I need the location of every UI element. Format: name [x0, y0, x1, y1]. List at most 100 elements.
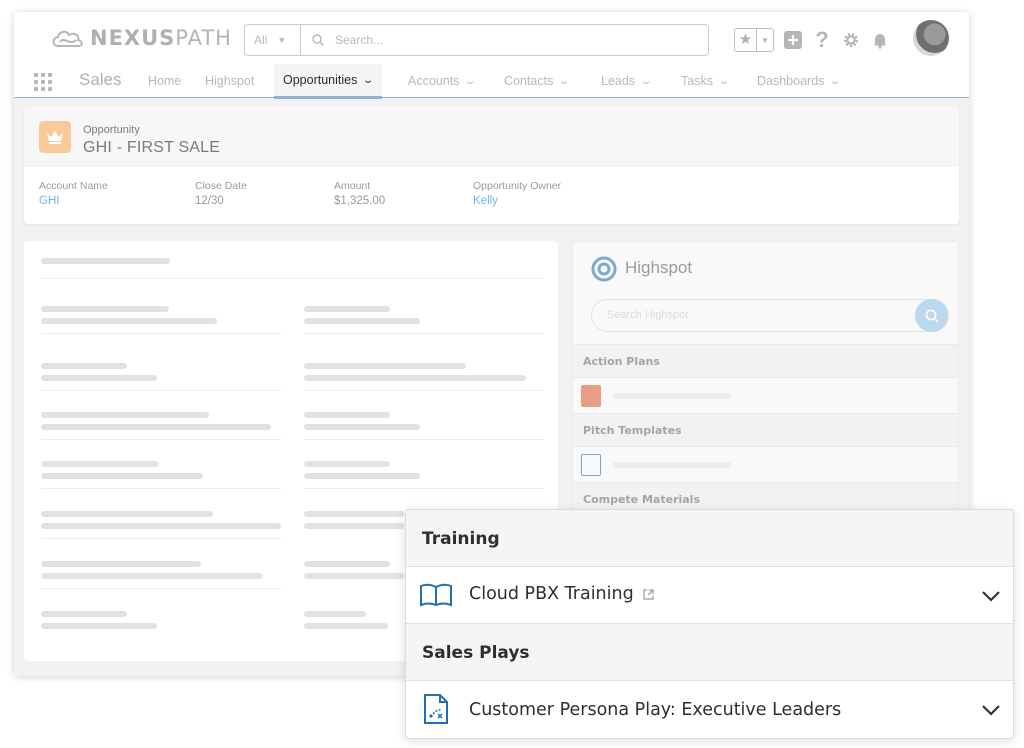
- skeleton-bar: [41, 258, 170, 264]
- brand-name-light: PATH: [175, 26, 232, 50]
- tab-home[interactable]: Home: [139, 64, 190, 98]
- tab-accounts[interactable]: Accounts ⌄: [399, 64, 484, 98]
- skeleton-bar: [304, 561, 390, 567]
- help-icon[interactable]: ?: [812, 27, 832, 52]
- section-header-training: Training: [406, 510, 1013, 567]
- highspot-search-input[interactable]: Search Highspot: [591, 299, 949, 332]
- record-highlights: Opportunity GHI - FIRST SALE Account Nam…: [24, 106, 959, 224]
- tab-label: Tasks: [681, 74, 713, 88]
- skeleton-bar: [304, 461, 390, 467]
- skeleton-bar: [304, 318, 420, 324]
- divider: [41, 278, 544, 279]
- app-nav-bar: Sales Home Highspot Opportunities ⌄ Accou…: [14, 64, 969, 99]
- record-header: Opportunity GHI - FIRST SALE: [24, 106, 959, 166]
- divider: [304, 333, 544, 334]
- header-tools: ★ ▼ ?: [734, 27, 890, 52]
- tab-contacts[interactable]: Contacts ⌄: [495, 64, 578, 98]
- bell-icon[interactable]: [870, 30, 890, 50]
- divider: [41, 333, 281, 334]
- field-value: $1,325.00: [334, 195, 386, 207]
- skeleton-bar: [304, 375, 526, 381]
- chevron-down-icon[interactable]: [981, 703, 1001, 717]
- skeleton-bar: [304, 363, 466, 369]
- book-icon: [419, 580, 453, 610]
- add-icon[interactable]: [783, 30, 803, 50]
- external-link-icon[interactable]: [642, 588, 655, 601]
- skeleton-bar: [41, 375, 157, 381]
- owner-link[interactable]: Kelly: [473, 195, 561, 207]
- field-close-date: Close Date 12/30: [195, 180, 247, 207]
- app-launcher-icon[interactable]: [34, 73, 52, 91]
- chevron-down-icon[interactable]: [981, 589, 1001, 603]
- section-label: Sales Plays: [422, 643, 530, 663]
- divider: [304, 439, 544, 440]
- highspot-section-header: Pitch Templates: [573, 413, 958, 447]
- highspot-section-header: Action Plans: [573, 344, 958, 378]
- divider: [41, 439, 281, 440]
- skeleton-bar: [304, 424, 420, 430]
- document-icon: [581, 454, 601, 476]
- divider: [304, 390, 544, 391]
- field-account-name: Account Name GHI: [39, 180, 108, 207]
- record-title: GHI - FIRST SALE: [83, 139, 221, 156]
- divider: [304, 488, 544, 489]
- chevron-down-icon[interactable]: ⌄: [640, 76, 653, 87]
- app-name: Sales: [79, 70, 122, 89]
- divider: [41, 538, 281, 539]
- section-label: Training: [422, 529, 500, 549]
- skeleton-bar: [613, 462, 731, 468]
- account-link[interactable]: GHI: [39, 195, 108, 207]
- favorites-button[interactable]: ★ ▼: [734, 28, 774, 52]
- chevron-down-icon[interactable]: ⌄: [362, 75, 375, 86]
- field-amount: Amount $1,325.00: [334, 180, 385, 207]
- field-opportunity-owner: Opportunity Owner Kelly: [473, 180, 561, 207]
- record-type: Opportunity: [83, 124, 140, 136]
- item-title[interactable]: Customer Persona Play: Executive Leaders: [469, 700, 841, 720]
- item-title[interactable]: Cloud PBX Training: [469, 584, 634, 604]
- highspot-item[interactable]: [573, 379, 958, 413]
- tab-opportunities[interactable]: Opportunities ⌄: [274, 64, 382, 99]
- chevron-down-icon[interactable]: ⌄: [558, 76, 571, 87]
- tab-label: Home: [148, 74, 182, 88]
- search-scope-label: All: [254, 33, 268, 47]
- skeleton-bar: [613, 393, 731, 399]
- highspot-item[interactable]: [573, 448, 958, 482]
- opportunity-crown-icon: [39, 121, 71, 153]
- global-header: NEXUSPATH All ▼ ★ ▼ ?: [14, 12, 969, 70]
- skeleton-bar: [41, 573, 263, 579]
- skeleton-bar: [41, 523, 281, 529]
- field-label: Account Name: [39, 180, 108, 192]
- gear-icon[interactable]: [841, 30, 861, 50]
- global-search: All ▼: [244, 24, 709, 56]
- field-value: 12/30: [195, 195, 224, 207]
- chevron-down-icon[interactable]: ⌄: [464, 76, 477, 87]
- powerpoint-icon: [581, 385, 601, 407]
- search-icon: [925, 309, 939, 323]
- playbook-icon: [419, 694, 453, 724]
- highspot-recommendations-popup: Training Cloud PBX Training Sales Plays: [405, 509, 1014, 739]
- tab-dashboards[interactable]: Dashboards ⌄: [748, 64, 849, 98]
- skeleton-bar: [304, 306, 390, 312]
- tab-tasks[interactable]: Tasks ⌄: [672, 64, 737, 98]
- tab-highspot[interactable]: Highspot: [196, 64, 263, 98]
- search-input[interactable]: [335, 33, 695, 47]
- search-scope-dropdown[interactable]: All ▼: [245, 25, 301, 55]
- highspot-search-button[interactable]: [915, 299, 948, 332]
- tab-leads[interactable]: Leads ⌄: [592, 64, 659, 98]
- chevron-down-icon[interactable]: ⌄: [718, 76, 731, 87]
- tab-label: Accounts: [408, 74, 460, 88]
- list-item-training[interactable]: Cloud PBX Training: [406, 567, 1013, 624]
- list-item-sales-play[interactable]: Customer Persona Play: Executive Leaders: [406, 681, 1013, 738]
- skeleton-bar: [304, 523, 404, 529]
- divider: [41, 488, 281, 489]
- user-avatar[interactable]: [913, 20, 949, 56]
- highspot-logo-icon: [591, 256, 617, 282]
- tab-label: Leads: [601, 74, 636, 88]
- field-label: Close Date: [195, 180, 247, 192]
- tab-label: Highspot: [205, 74, 255, 88]
- divider: [41, 588, 281, 589]
- brand-logo[interactable]: NEXUSPATH: [50, 26, 232, 50]
- skeleton-bar: [41, 412, 209, 418]
- chevron-down-icon[interactable]: ⌄: [829, 76, 842, 87]
- skeleton-bar: [304, 511, 404, 517]
